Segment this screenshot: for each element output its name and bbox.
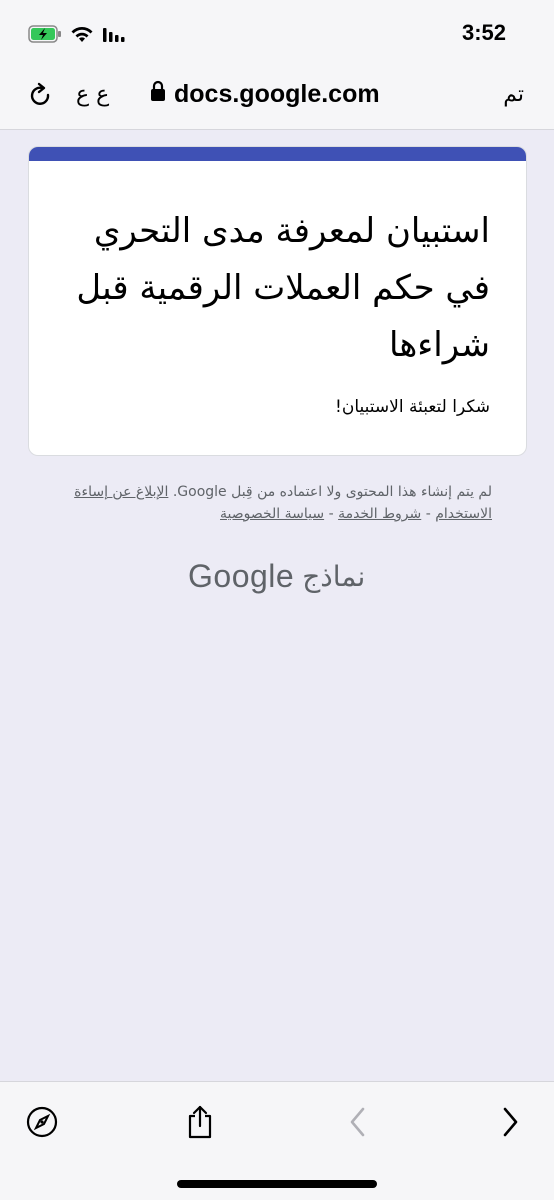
separator: - xyxy=(425,506,431,522)
address-bar: ع ع docs.google.com تم xyxy=(0,70,554,130)
terms-link[interactable]: شروط الخدمة xyxy=(338,506,421,522)
share-icon[interactable] xyxy=(180,1102,220,1142)
footer-disclaimer: لم يتم إنشاء هذا المحتوى ولا اعتماده من … xyxy=(60,481,492,525)
battery-charging-icon xyxy=(28,25,62,47)
text-size-button[interactable]: ع ع xyxy=(76,82,109,107)
home-indicator xyxy=(177,1180,377,1188)
forward-icon[interactable] xyxy=(490,1102,530,1142)
done-button[interactable]: تم xyxy=(503,82,524,107)
form-description: شكرا لتعبئة الاستبيان! xyxy=(335,397,490,417)
url-text: docs.google.com xyxy=(174,80,380,108)
disclaimer-text: لم يتم إنشاء هذا المحتوى ولا اعتماده من … xyxy=(172,484,492,500)
reload-icon[interactable] xyxy=(28,82,54,114)
status-bar: 3:52 xyxy=(0,0,554,70)
forms-wordmark: نماذج xyxy=(302,560,366,593)
google-wordmark: Google xyxy=(188,558,295,594)
url-field[interactable]: docs.google.com xyxy=(150,80,380,109)
form-accent-bar xyxy=(29,147,526,161)
back-icon[interactable] xyxy=(338,1102,378,1142)
cellular-signal-icon xyxy=(102,25,130,47)
page-content: استبيان لمعرفة مدى التحري في حكم العملات… xyxy=(0,131,554,1081)
wifi-icon xyxy=(70,25,94,47)
google-forms-logo[interactable]: Google نماذج xyxy=(188,558,365,595)
separator: - xyxy=(328,506,334,522)
form-header-card: استبيان لمعرفة مدى التحري في حكم العملات… xyxy=(29,147,526,455)
form-title: استبيان لمعرفة مدى التحري في حكم العملات… xyxy=(76,211,490,365)
lock-icon xyxy=(150,80,166,109)
compass-icon[interactable] xyxy=(22,1102,62,1142)
status-icons xyxy=(28,24,130,48)
privacy-link[interactable]: سياسة الخصوصية xyxy=(220,506,324,522)
clock: 3:52 xyxy=(461,20,506,45)
